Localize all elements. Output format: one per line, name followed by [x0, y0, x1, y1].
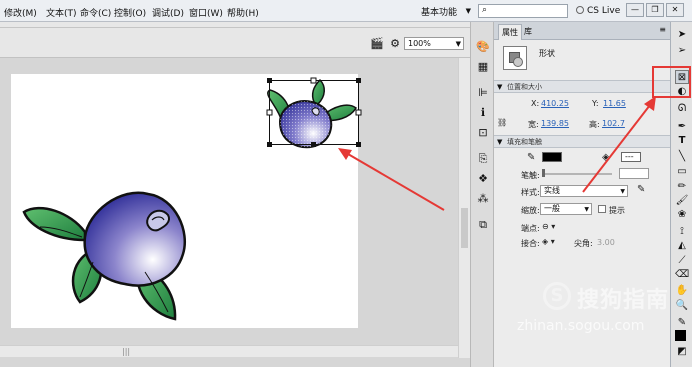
- sogou-logo-icon: S: [543, 282, 571, 310]
- width-label: 宽:: [528, 120, 539, 129]
- fill-color-swatch[interactable]: ---: [621, 152, 641, 162]
- x-field[interactable]: 410.25: [541, 99, 569, 108]
- components-icon[interactable]: ❖: [476, 172, 490, 186]
- cs-live-button[interactable]: CS Live: [576, 6, 620, 16]
- tab-properties[interactable]: 属性: [498, 24, 522, 40]
- lasso-tool-icon[interactable]: ᘏ: [675, 102, 689, 116]
- height-field[interactable]: 102.7: [602, 119, 625, 128]
- cap-select[interactable]: ⊖ ▾: [542, 222, 555, 231]
- shape-thumbnail: [503, 46, 527, 70]
- scale-select[interactable]: 一般 ▼: [540, 203, 592, 215]
- restore-button[interactable]: ❐: [646, 3, 664, 17]
- motion-presets-icon[interactable]: ⁂: [476, 192, 490, 206]
- menu-text[interactable]: 文本(T): [46, 6, 77, 19]
- stage-area: 🎬 ⚙ 100% ▼ |||: [0, 22, 470, 367]
- line-tool-icon[interactable]: ╲: [675, 150, 689, 164]
- cs-live-label: CS Live: [587, 6, 621, 16]
- height-label: 高:: [589, 120, 600, 129]
- large-berry-drawing[interactable]: [22, 191, 186, 321]
- menu-window[interactable]: 窗口(W): [189, 6, 223, 19]
- miter-field[interactable]: 3.00: [597, 238, 615, 247]
- style-label: 样式:: [521, 188, 540, 197]
- sogou-watermark: S 搜狗指南 zhinan.sogou.com: [515, 280, 690, 350]
- chevron-down-icon: ▼: [584, 206, 589, 213]
- chevron-down-icon: ▼: [620, 188, 625, 195]
- stroke-width-field[interactable]: [619, 168, 649, 179]
- transform-panel-icon[interactable]: ⊡: [476, 126, 490, 140]
- menu-debug[interactable]: 调试(D): [152, 6, 184, 19]
- minimize-button[interactable]: —: [626, 3, 644, 17]
- x-label: X:: [531, 99, 540, 108]
- panel-dock: 🎨 ▦ ⊫ ℹ ⊡ ⎘ ❖ ⁂ ⧉: [470, 22, 494, 367]
- text-tool-icon[interactable]: T: [675, 134, 689, 148]
- y-label: Y:: [592, 99, 599, 108]
- pencil-tool-icon[interactable]: ✏: [675, 180, 689, 194]
- miter-label: 尖角:: [574, 239, 593, 248]
- align-panel-icon[interactable]: ⊫: [476, 86, 490, 100]
- brush-tool-icon[interactable]: 🖌: [675, 194, 689, 208]
- slider-handle[interactable]: [542, 169, 545, 177]
- code-snippets-icon[interactable]: ⎘: [476, 152, 490, 166]
- scroll-thumb[interactable]: [461, 208, 468, 248]
- collapse-icon: ▼: [497, 83, 503, 91]
- menu-control[interactable]: 控制(O): [114, 6, 146, 19]
- menu-bar: 修改(M) 文本(T) 命令(C) 控制(O) 调试(D) 窗口(W) 帮助(H…: [0, 0, 692, 22]
- chevron-down-icon: ▼: [465, 7, 471, 15]
- eyedropper-tool-icon[interactable]: ⟋: [675, 254, 689, 268]
- workspace-switcher[interactable]: 基本功能 ▼: [421, 3, 473, 19]
- scale-label: 缩放:: [521, 206, 540, 215]
- rectangle-tool-icon[interactable]: ▭: [675, 165, 689, 179]
- horizontal-scrollbar[interactable]: |||: [0, 345, 458, 357]
- swatches-panel-icon[interactable]: ▦: [476, 60, 490, 74]
- scroll-grip-icon: |||: [122, 347, 131, 356]
- stroke-width-slider[interactable]: [542, 173, 612, 175]
- pencil-stroke-icon: ✎: [527, 152, 536, 163]
- join-label: 接合:: [521, 239, 540, 248]
- color-panel-icon[interactable]: 🎨: [476, 40, 490, 54]
- close-button[interactable]: ✕: [666, 3, 684, 17]
- section-fill-stroke[interactable]: ▼ 填充和笔触: [494, 135, 670, 148]
- panel-menu-icon[interactable]: ≡: [659, 25, 666, 34]
- subselection-tool-icon[interactable]: ➢: [675, 44, 689, 58]
- menu-commands[interactable]: 命令(C): [80, 6, 111, 19]
- pen-tool-icon[interactable]: ✒: [675, 120, 689, 134]
- join-select[interactable]: ◈ ▾: [542, 237, 555, 246]
- cap-label: 端点:: [521, 224, 540, 233]
- vertical-scrollbar[interactable]: [458, 58, 470, 358]
- section-position-size[interactable]: ▼ 位置和大小: [494, 80, 670, 93]
- tab-library[interactable]: 库: [524, 26, 532, 37]
- search-icon: ⌕: [482, 5, 488, 15]
- collapse-icon: ▼: [497, 138, 503, 146]
- small-berry-drawing[interactable]: [267, 78, 357, 149]
- search-input[interactable]: ⌕: [478, 4, 568, 18]
- paint-bucket-icon: ◈: [602, 152, 610, 163]
- hint-checkbox[interactable]: [598, 205, 606, 213]
- menu-help[interactable]: 帮助(H): [227, 6, 259, 19]
- menu-modify[interactable]: 修改(M): [4, 6, 37, 19]
- workspace-label: 基本功能: [421, 8, 458, 18]
- width-field[interactable]: 139.85: [541, 119, 569, 128]
- stage-artwork: [22, 77, 362, 321]
- lock-ratio-icon[interactable]: ⛓: [497, 118, 507, 127]
- watermark-title: 搜狗指南: [577, 288, 670, 313]
- paint-bucket-tool-icon[interactable]: ◭: [675, 239, 689, 253]
- panel-tabs: 属性 库 ≡: [494, 22, 670, 40]
- history-panel-icon[interactable]: ⧉: [476, 218, 490, 232]
- bone-tool-icon[interactable]: ⟟: [675, 225, 689, 239]
- object-type-label: 形状: [539, 49, 555, 58]
- cs-live-icon: [576, 6, 584, 14]
- watermark-url: zhinan.sogou.com: [517, 318, 645, 334]
- y-field[interactable]: 11.65: [603, 99, 626, 108]
- selection-tool-icon[interactable]: ➤: [675, 28, 689, 42]
- edit-stroke-style-icon[interactable]: ✎: [637, 184, 645, 195]
- style-select[interactable]: 实线 ▼: [540, 185, 628, 197]
- deco-tool-icon[interactable]: ❀: [675, 208, 689, 222]
- stroke-color-swatch[interactable]: [542, 152, 562, 162]
- annotation-highlight-box: [652, 66, 691, 98]
- info-panel-icon[interactable]: ℹ: [476, 106, 490, 120]
- stroke-label: 笔触:: [521, 171, 540, 180]
- hint-label: 提示: [609, 206, 625, 215]
